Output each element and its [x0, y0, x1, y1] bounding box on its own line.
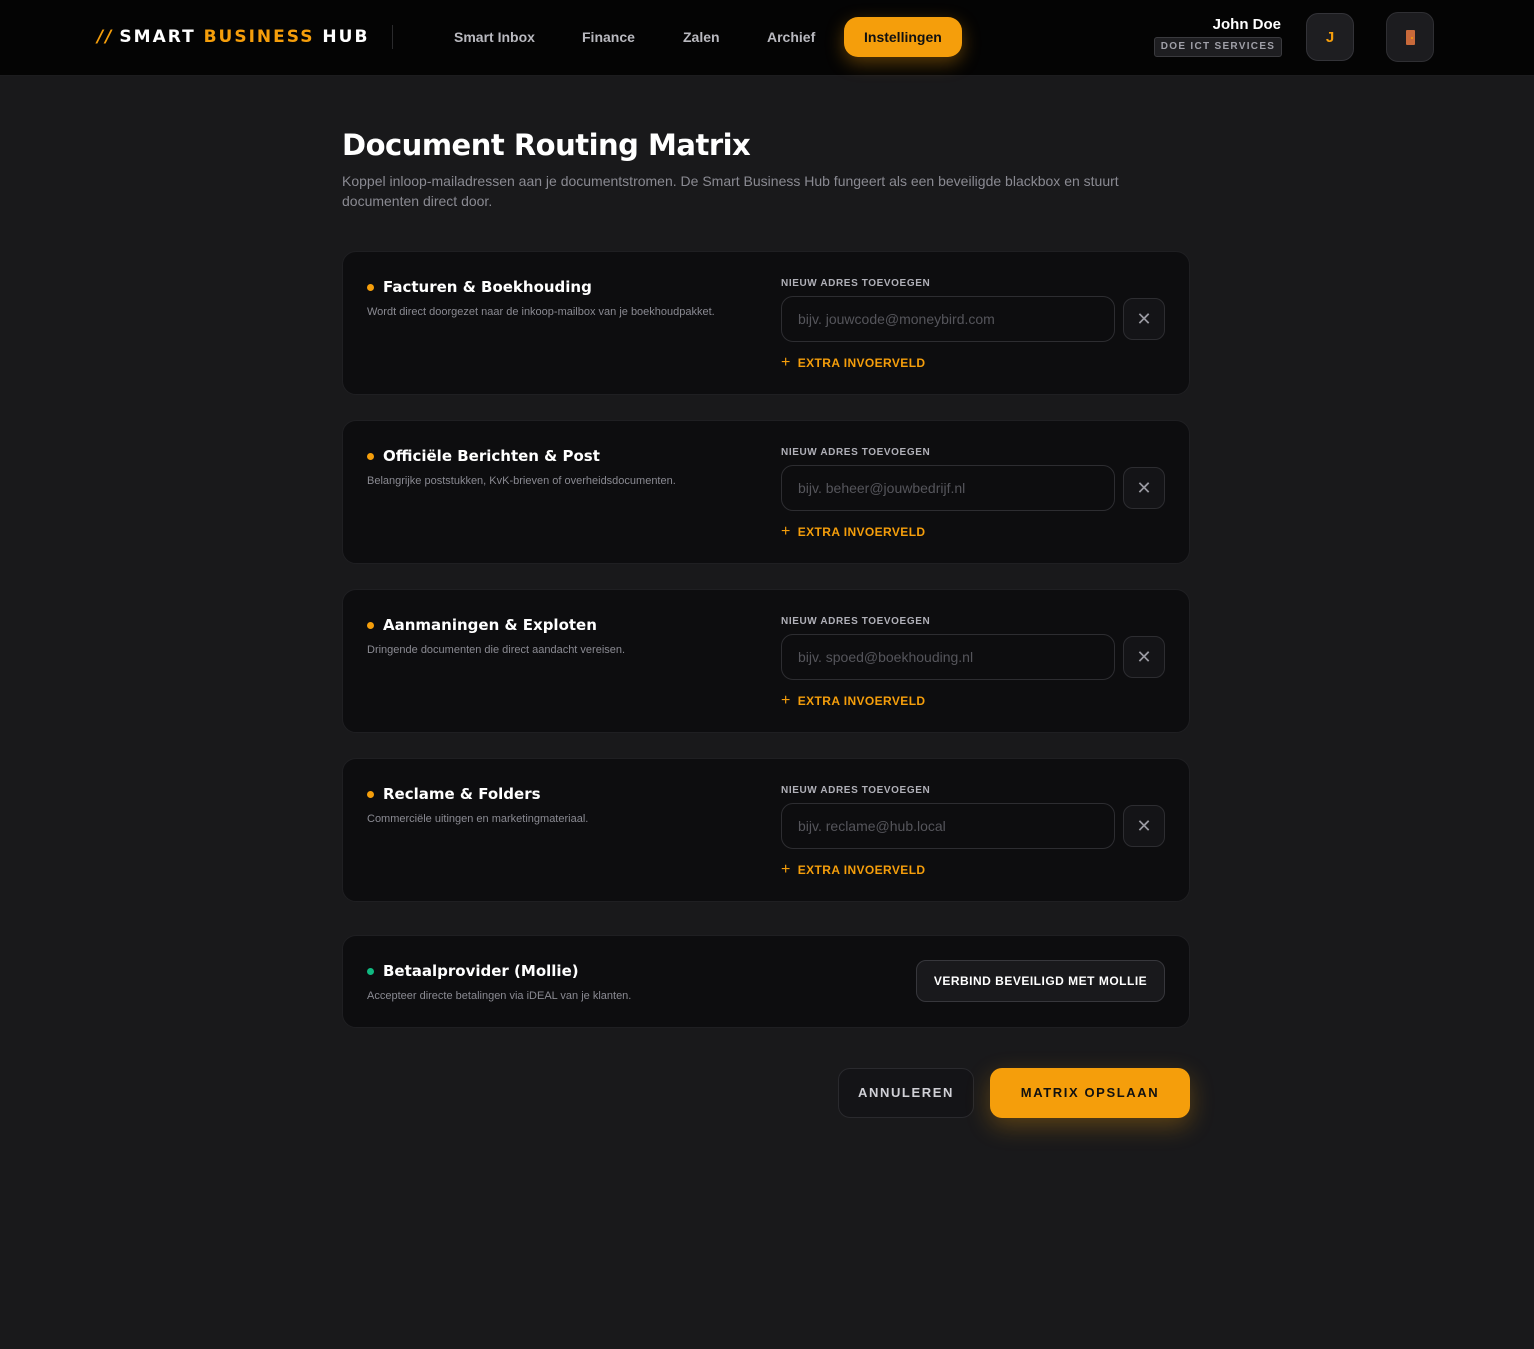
- card-description: Dringende documenten die direct aandacht…: [367, 644, 626, 656]
- close-icon: ✕: [1136, 478, 1152, 498]
- remove-field-button[interactable]: ✕: [1123, 467, 1165, 509]
- logout-button[interactable]: [1386, 12, 1434, 62]
- card-description: Commerciële uitingen en marketingmateria…: [367, 813, 589, 825]
- field-label: NIEUW ADRES TOEVOEGEN: [781, 616, 931, 627]
- nav-zalen[interactable]: Zalen: [683, 17, 720, 57]
- status-dot-icon: [367, 452, 374, 460]
- remove-field-button[interactable]: ✕: [1123, 298, 1165, 340]
- plus-icon: +: [781, 692, 791, 709]
- status-dot-icon: [367, 967, 374, 975]
- nav-archief[interactable]: Archief: [767, 17, 815, 57]
- email-field[interactable]: [781, 296, 1115, 342]
- plus-icon: +: [781, 523, 791, 540]
- close-icon: ✕: [1136, 816, 1152, 836]
- field-label: NIEUW ADRES TOEVOEGEN: [781, 278, 931, 289]
- email-field[interactable]: [781, 465, 1115, 511]
- status-dot-icon: [367, 283, 374, 291]
- app-logo[interactable]: //SMART BUSINESS HUB: [97, 27, 369, 47]
- card-title-row: Facturen & Boekhouding: [367, 278, 592, 296]
- plus-icon: +: [781, 354, 791, 371]
- card-title-row: Reclame & Folders: [367, 785, 541, 803]
- routing-card-reclame: Reclame & Folders Commerciële uitingen e…: [342, 758, 1190, 902]
- card-title: Reclame & Folders: [383, 785, 541, 803]
- field-label: NIEUW ADRES TOEVOEGEN: [781, 785, 931, 796]
- logo-divider: [392, 25, 393, 49]
- routing-card-officiele-berichten: Officiële Berichten & Post Belangrijke p…: [342, 420, 1190, 564]
- status-dot-icon: [367, 790, 374, 798]
- add-field-button[interactable]: + EXTRA INVOERVELD: [781, 861, 926, 879]
- add-field-button[interactable]: + EXTRA INVOERVELD: [781, 523, 926, 541]
- card-title-row: Officiële Berichten & Post: [367, 447, 600, 465]
- close-icon: ✕: [1136, 647, 1152, 667]
- routing-card-aanmaningen: Aanmaningen & Exploten Dringende documen…: [342, 589, 1190, 733]
- add-field-label: EXTRA INVOERVELD: [797, 525, 926, 539]
- add-field-label: EXTRA INVOERVELD: [797, 694, 926, 708]
- add-field-button[interactable]: + EXTRA INVOERVELD: [781, 354, 926, 372]
- nav-instellingen[interactable]: Instellingen: [844, 17, 962, 57]
- card-description: Wordt direct doorgezet naar de inkoop-ma…: [367, 306, 715, 318]
- card-title-row: Aanmaningen & Exploten: [367, 616, 597, 634]
- page-subtitle: Koppel inloop-mailadressen aan je docume…: [342, 173, 1119, 209]
- add-field-label: EXTRA INVOERVELD: [797, 356, 926, 370]
- cancel-button[interactable]: ANNULEREN: [838, 1068, 974, 1118]
- card-title-row: Betaalprovider (Mollie): [367, 962, 579, 980]
- nav-smart-inbox[interactable]: Smart Inbox: [454, 17, 535, 57]
- remove-field-button[interactable]: ✕: [1123, 636, 1165, 678]
- card-title: Betaalprovider (Mollie): [383, 962, 579, 980]
- card-title: Facturen & Boekhouding: [383, 278, 592, 296]
- connect-mollie-button[interactable]: VERBIND BEVEILIGD MET MOLLIE: [916, 960, 1165, 1002]
- field-label: NIEUW ADRES TOEVOEGEN: [781, 447, 931, 458]
- save-matrix-button[interactable]: MATRIX OPSLAAN: [990, 1068, 1190, 1118]
- status-dot-icon: [367, 621, 374, 629]
- plus-icon: +: [781, 861, 791, 878]
- card-description: Accepteer directe betalingen via iDEAL v…: [367, 990, 632, 1002]
- page-title: Document Routing Matrix: [342, 128, 751, 162]
- remove-field-button[interactable]: ✕: [1123, 805, 1165, 847]
- add-field-label: EXTRA INVOERVELD: [797, 863, 926, 877]
- avatar[interactable]: J: [1306, 13, 1354, 61]
- door-icon: [1405, 29, 1415, 45]
- close-icon: ✕: [1136, 309, 1152, 329]
- card-title: Aanmaningen & Exploten: [383, 616, 597, 634]
- card-description: Belangrijke poststukken, KvK-brieven of …: [367, 475, 676, 487]
- add-field-button[interactable]: + EXTRA INVOERVELD: [781, 692, 926, 710]
- company-badge: DOE ICT SERVICES: [1154, 37, 1282, 57]
- card-title: Officiële Berichten & Post: [383, 447, 600, 465]
- nav-finance[interactable]: Finance: [582, 17, 635, 57]
- routing-card-facturen: Facturen & Boekhouding Wordt direct door…: [342, 251, 1190, 395]
- top-navigation-bar: //SMART BUSINESS HUB Smart Inbox Finance…: [0, 0, 1534, 76]
- email-field[interactable]: [781, 803, 1115, 849]
- user-name: John Doe: [1212, 16, 1281, 33]
- payment-provider-card: Betaalprovider (Mollie) Accepteer direct…: [342, 935, 1190, 1028]
- email-field[interactable]: [781, 634, 1115, 680]
